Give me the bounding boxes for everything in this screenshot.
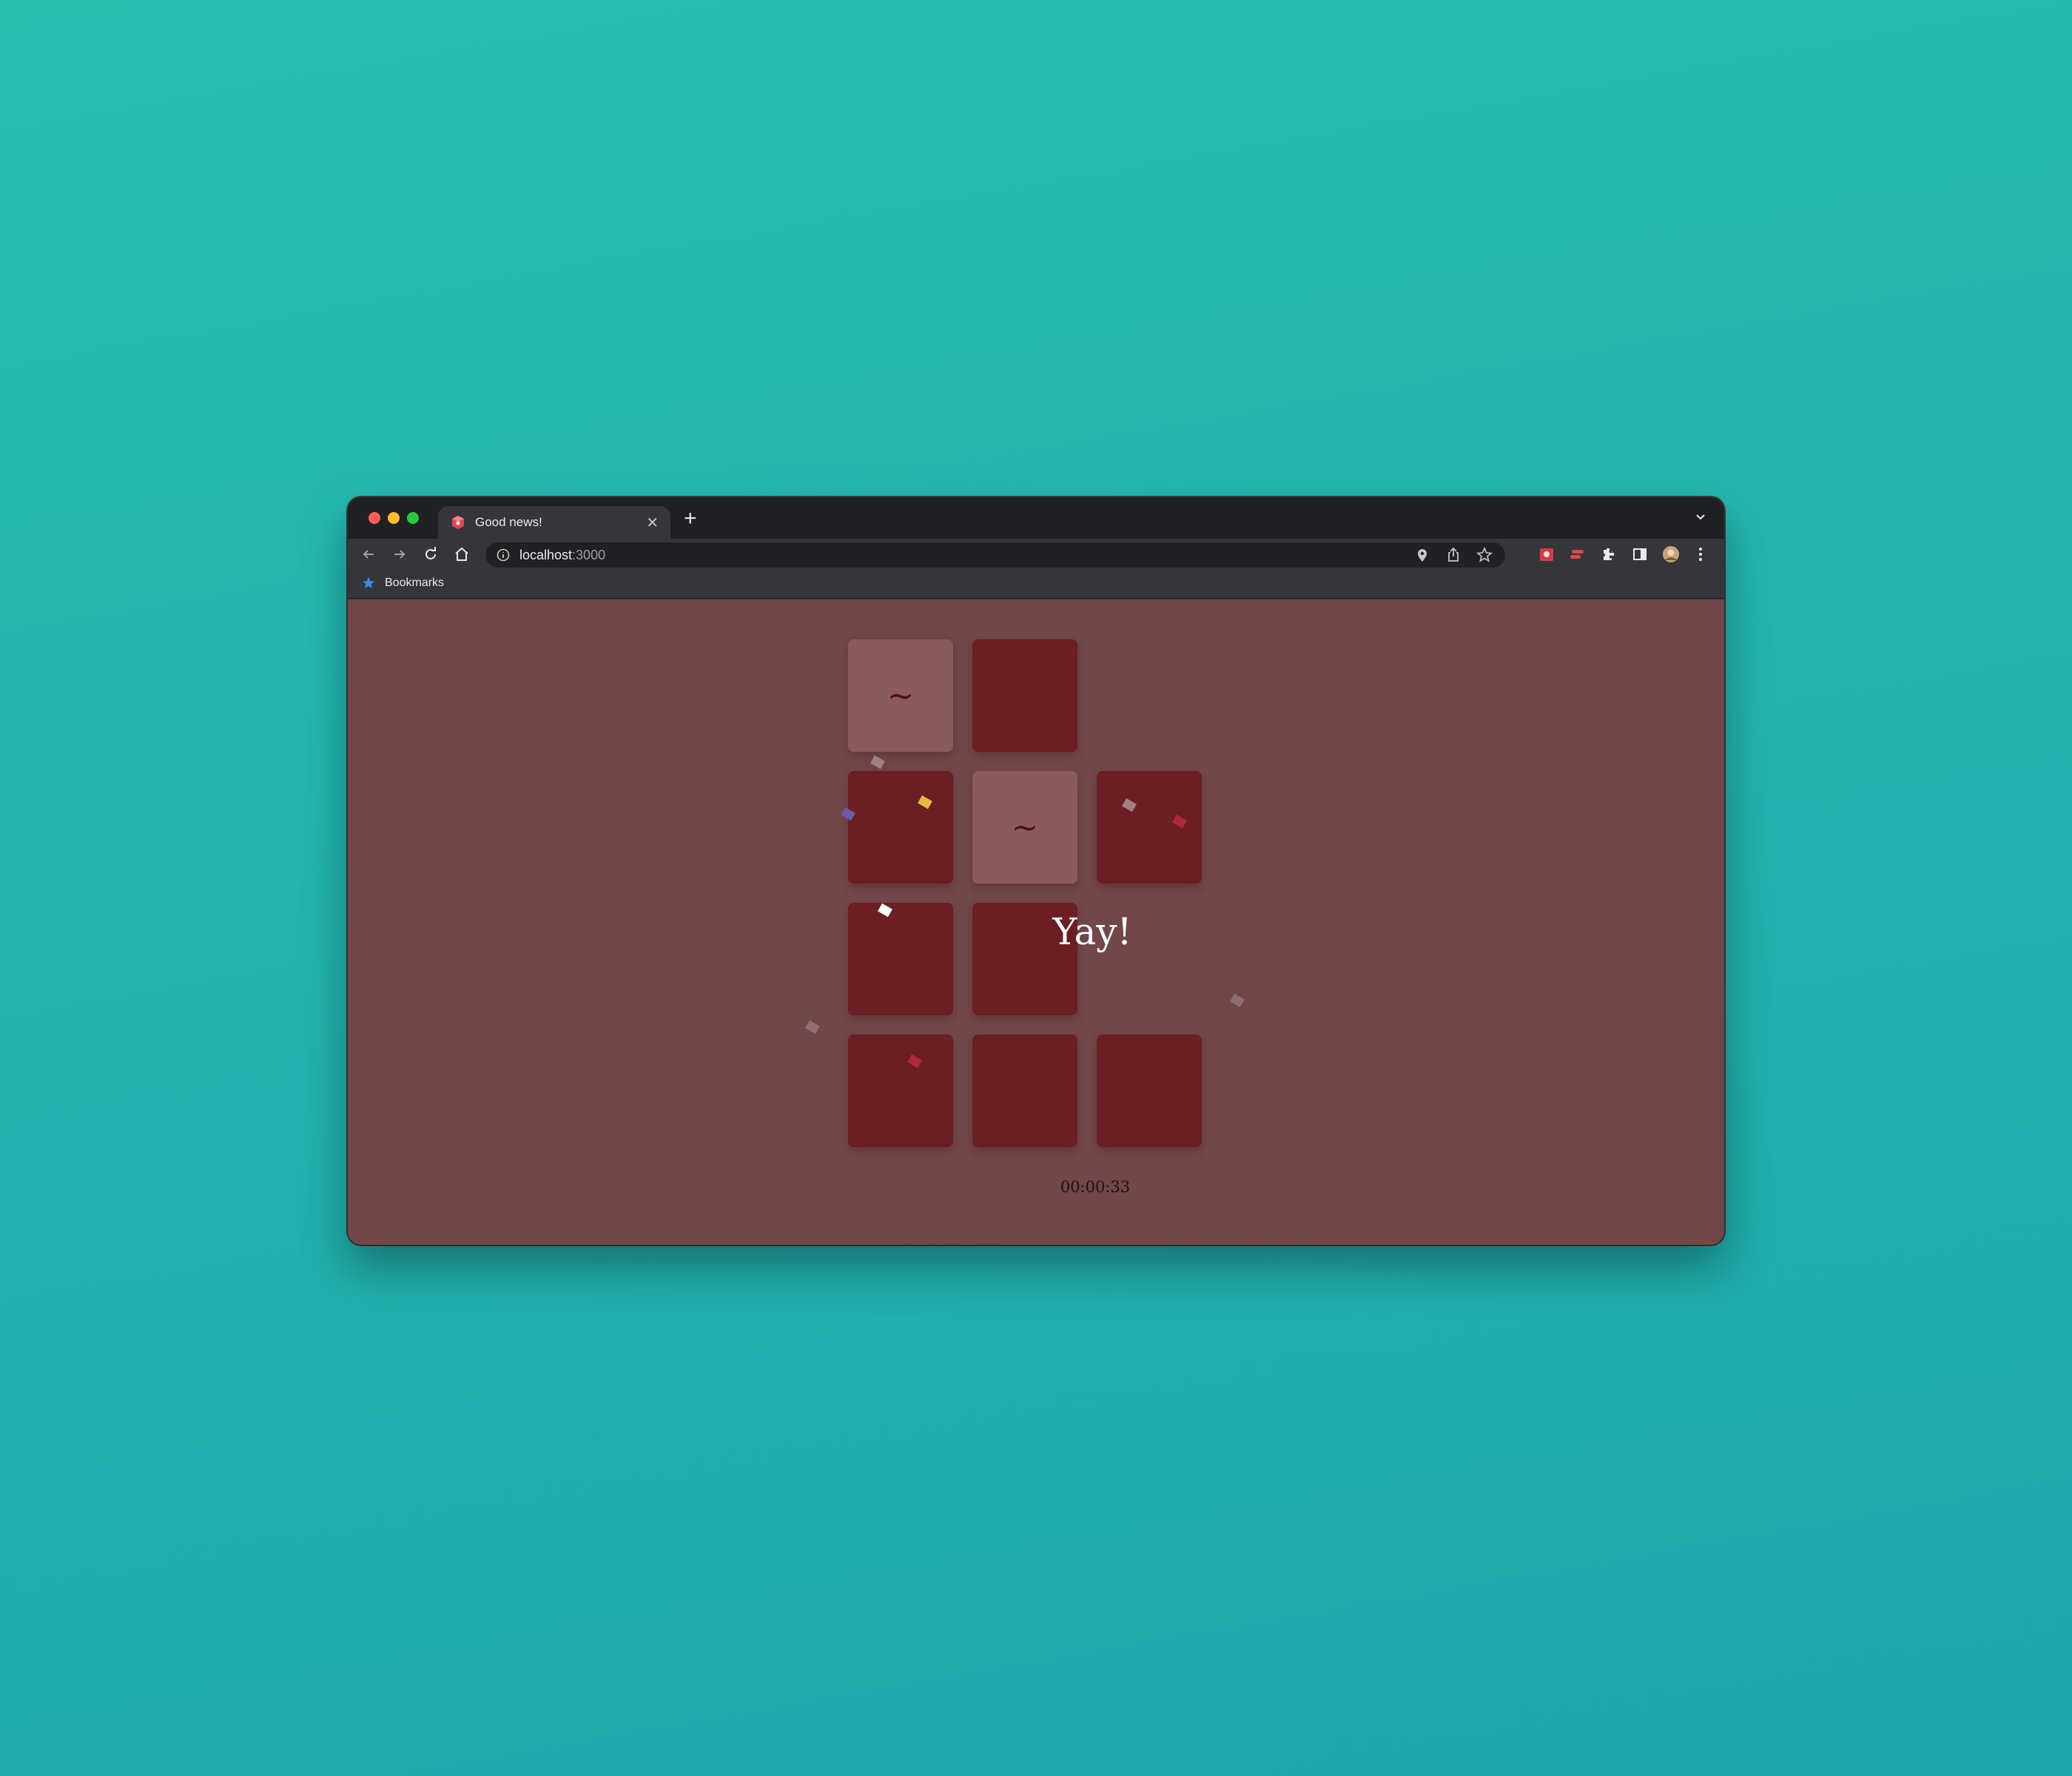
confetti-piece [1230,993,1245,1008]
browser-window: Good news! ✕ + localhost:3000 Bookmarks… [348,497,1724,1245]
game-area: ~ ~ Yay! 00:00:33 [348,601,1724,1245]
tab-title: Good news! [475,515,542,529]
maximize-window-button[interactable] [407,512,419,524]
game-timer: 00:00:33 [1060,1178,1131,1196]
back-arrow-icon[interactable] [360,545,377,563]
home-icon[interactable] [453,545,471,563]
address-bar-actions [1413,546,1493,564]
location-pin-icon[interactable] [1413,546,1431,564]
url-host: localhost [519,547,573,562]
bookmarks-bar: Bookmarks [348,570,1724,599]
extension-red-box-icon[interactable] [1538,545,1555,563]
tab-close-icon[interactable]: ✕ [646,514,659,532]
extensions-puzzle-icon[interactable] [1600,545,1618,563]
memory-card[interactable] [1097,771,1202,884]
close-window-button[interactable] [369,512,380,524]
bookmarks-label: Bookmarks [385,576,445,589]
memory-card[interactable] [972,1035,1077,1147]
card-symbol: ~ [1011,808,1039,847]
memory-card[interactable] [972,639,1077,752]
memory-card[interactable]: ~ [848,639,953,752]
tab-favicon-icon [452,516,464,529]
confetti-piece [870,755,885,770]
memory-card[interactable] [848,1035,953,1147]
memory-card[interactable]: ~ [972,771,1077,884]
browser-menu-icon[interactable] [1692,545,1709,563]
side-panel-icon[interactable] [1631,545,1649,563]
tab-bar: Good news! ✕ + [348,497,1724,539]
card-symbol: ~ [887,676,915,715]
bookmark-star-icon[interactable] [1476,546,1493,564]
toolbar: localhost:3000 [348,539,1724,570]
win-message: Yay! [1052,910,1132,953]
profile-avatar-icon[interactable] [1662,545,1680,563]
minimize-window-button[interactable] [388,512,400,524]
memory-card[interactable] [848,771,953,884]
reload-icon[interactable] [422,545,440,563]
confetti-piece [805,1020,820,1035]
new-tab-button[interactable]: + [684,508,697,530]
bookmarks-folder[interactable]: Bookmarks [361,576,444,591]
memory-card[interactable] [1097,1035,1202,1147]
url-port: :3000 [572,547,606,562]
tab-good-news[interactable]: Good news! ✕ [438,506,670,539]
address-bar[interactable]: localhost:3000 [485,542,1505,568]
share-icon[interactable] [1444,546,1462,564]
bookmarks-star-icon [363,577,374,588]
tab-search-chevron-icon[interactable] [1693,509,1708,524]
extension-red-shapes-icon[interactable] [1569,545,1587,563]
memory-card[interactable] [848,903,953,1015]
site-info-icon[interactable] [496,548,511,562]
forward-arrow-icon[interactable] [391,545,408,563]
window-controls [369,512,419,524]
